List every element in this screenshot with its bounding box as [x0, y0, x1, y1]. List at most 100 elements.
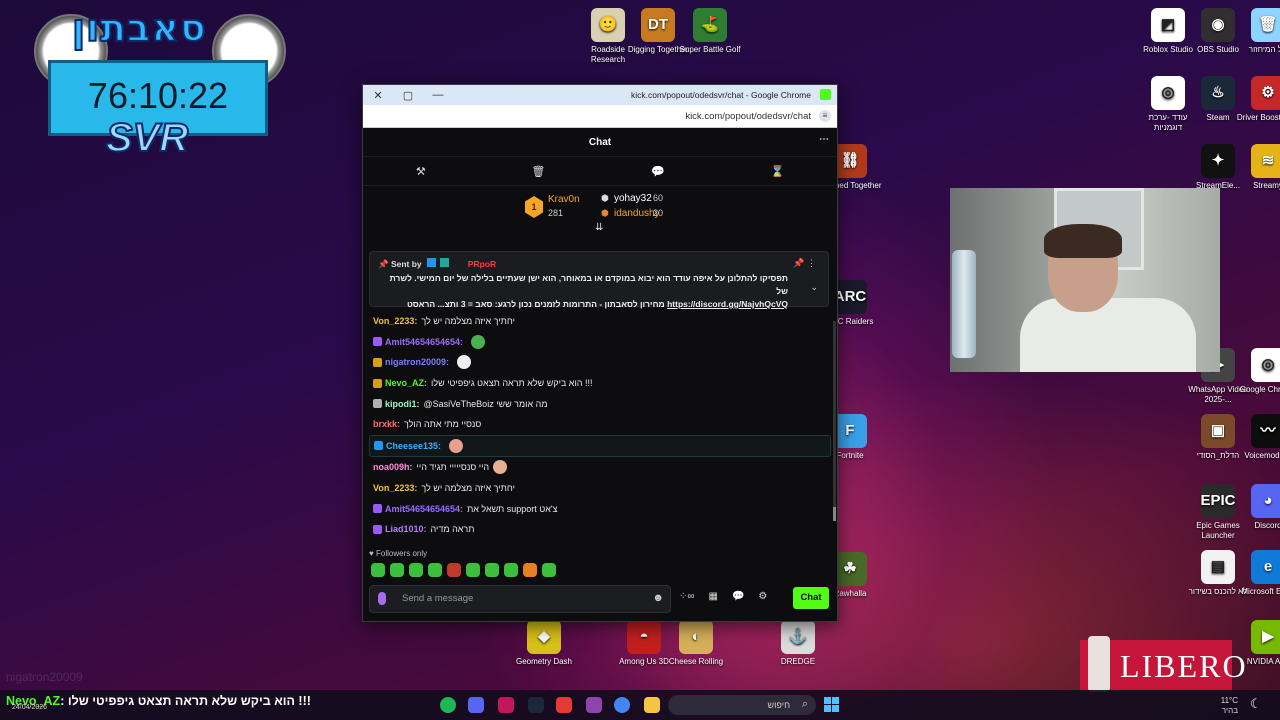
emote-button[interactable] — [542, 563, 556, 577]
window-titlebar[interactable]: ✕ ▢ — kick.com/popout/odedsvr/chat - Goo… — [363, 85, 837, 105]
app-icon[interactable]: ⛓ — [833, 144, 867, 178]
chat-username[interactable]: brxkk: — [373, 419, 400, 429]
leader-first-name[interactable]: Krav0n — [548, 194, 580, 205]
bottom-desktop-icon[interactable]: ◆ Geometry Dash — [512, 620, 576, 667]
app-icon[interactable]: ⚓ — [781, 620, 815, 654]
app-icon[interactable]: ≋ — [1251, 144, 1280, 178]
emote-button[interactable] — [523, 563, 537, 577]
app-icon[interactable]: ◩ — [1151, 8, 1185, 42]
emote-button[interactable] — [466, 563, 480, 577]
chat-username[interactable]: noa009h: — [373, 462, 413, 472]
taskbar-search[interactable]: חיפוש ⌕ — [668, 695, 816, 715]
emote-button[interactable] — [428, 563, 442, 577]
emote-button[interactable] — [485, 563, 499, 577]
collapse-chevron-icon[interactable]: ⇊ — [595, 222, 603, 233]
app-icon[interactable]: ▶ — [1251, 620, 1280, 654]
chrome-chat-window[interactable]: ✕ ▢ — kick.com/popout/odedsvr/chat - Goo… — [362, 84, 838, 622]
chat-scrollbar[interactable] — [833, 321, 836, 521]
mic-icon[interactable] — [378, 592, 386, 605]
chat-username[interactable]: nigatron20009: — [385, 357, 449, 367]
right-desktop-icon[interactable]: ⚙ Driver Booster 13 — [1236, 76, 1280, 123]
emote-bar[interactable] — [371, 563, 556, 577]
chat-message[interactable]: Amit54654654654: — [363, 332, 837, 353]
right-desktop-icon[interactable]: ◕ Discord — [1236, 484, 1280, 531]
top-desktop-icon[interactable]: ⛳ Super Battle Golf — [678, 8, 742, 55]
discord-taskbar-icon[interactable] — [468, 697, 484, 713]
chat-message[interactable]: noa009h: היי סנסייייי תגיד היי — [363, 457, 837, 478]
maximize-icon[interactable]: ▢ — [393, 89, 423, 102]
emote-button[interactable] — [371, 563, 385, 577]
app-icon[interactable]: e — [1251, 550, 1280, 584]
emote-button[interactable] — [447, 563, 461, 577]
gift-icon[interactable]: ▦ — [709, 591, 718, 602]
app-icon[interactable]: ◕ — [1251, 484, 1280, 518]
emoji-picker-icon[interactable]: ☻ — [652, 592, 664, 604]
app-icon[interactable]: ☘ — [833, 552, 867, 586]
input-placeholder[interactable]: Send a message — [402, 593, 473, 604]
chat-username[interactable]: Amit54654654654: — [385, 337, 463, 347]
app-icon[interactable]: DT — [641, 8, 675, 42]
app-icon[interactable]: ◆ — [527, 620, 561, 654]
chat-username[interactable]: Amit54654654654: — [385, 504, 463, 514]
steam-taskbar-icon[interactable] — [528, 697, 544, 713]
app-icon[interactable] — [586, 697, 602, 713]
right-desktop-icon[interactable]: ◎ Google Chrome — [1236, 348, 1280, 395]
chat-message-list[interactable]: Von_2233: יחתיך איזה מצלמה יש לך Amit54654… — [363, 311, 837, 540]
search-icon[interactable]: ⌕ — [802, 698, 808, 711]
url-text[interactable]: kick.com/popout/odedsvr/chat — [685, 111, 811, 122]
chat-message[interactable]: nigatron20009: — [363, 352, 837, 373]
pinned-message[interactable]: 📌 Sent by PRpoR 📌 ⋮ תפסיקו להתלונן על אי… — [369, 251, 829, 309]
chat-username[interactable]: Liad1010: — [385, 524, 427, 534]
app-icon[interactable]: EPIC — [1201, 484, 1236, 518]
unpin-icon[interactable]: 📌 ⋮ — [793, 258, 816, 269]
bottom-desktop-icon[interactable]: ◐ Cheese Rolling — [664, 620, 728, 667]
app-icon[interactable]: 〰 — [1251, 414, 1280, 448]
gear-icon[interactable]: ⚙ — [758, 591, 767, 602]
chat-username[interactable]: Nevo_AZ: — [385, 378, 427, 388]
app-icon[interactable]: ◎ — [1151, 76, 1185, 110]
chat-bubble-icon[interactable]: 💬 — [651, 165, 665, 178]
send-chat-button[interactable]: Chat — [793, 587, 829, 609]
close-icon[interactable]: ✕ — [363, 89, 393, 102]
address-bar[interactable]: kick.com/popout/odedsvr/chat ≡ — [363, 105, 837, 128]
chat-message[interactable]: Amit54654654654: תשאל את support צ'אט — [363, 498, 837, 519]
file-explorer-icon[interactable] — [644, 697, 660, 713]
chat-message[interactable]: brxkk: סנסיי מתי אתה הולך — [363, 414, 837, 435]
minimize-icon[interactable]: — — [423, 89, 453, 101]
hourglass-icon[interactable]: ⌛ — [770, 165, 784, 178]
app-icon[interactable]: ✦ — [1201, 144, 1235, 178]
app-icon[interactable]: ▤ — [1201, 550, 1235, 584]
right-desktop-icon[interactable]: e Microsoft Edge — [1236, 550, 1280, 597]
chat-message[interactable]: Von_2233: יחתיך איזה מצלמה יש לך — [363, 478, 837, 499]
discord-link[interactable]: https://discord.gg/NajvhQcVQ — [667, 299, 788, 309]
chrome-taskbar-icon[interactable] — [614, 697, 630, 713]
emote-button[interactable] — [504, 563, 518, 577]
trash-icon[interactable]: 🗑 — [531, 165, 545, 178]
emote-button[interactable] — [390, 563, 404, 577]
app-icon[interactable] — [556, 697, 572, 713]
app-icon[interactable]: ◐ — [679, 620, 713, 654]
pinned-sender[interactable]: PRpoR — [468, 259, 496, 269]
spotify-icon[interactable] — [440, 697, 456, 713]
app-icon[interactable]: ⚙ — [1251, 76, 1280, 110]
right-desktop-icon[interactable]: 〰 Voicemod V3 — [1236, 414, 1280, 461]
more-options-icon[interactable]: ⋯ — [819, 134, 829, 145]
chat-message[interactable]: Liad1010: תראה מדיה — [363, 519, 837, 540]
weather-widget[interactable]: 11°C בהיר — [1221, 696, 1238, 716]
chat-message[interactable]: Nevo_AZ: הוא ביקש שלא תראה תצאט גיפפיטי ש… — [363, 373, 837, 394]
leader-second-name[interactable]: yohay32 — [614, 193, 652, 204]
chat-username[interactable]: Von_2233: — [373, 483, 417, 493]
chat-bubble-icon[interactable]: 💬 — [732, 591, 744, 602]
expand-chevron-icon[interactable]: ⌄ — [810, 282, 818, 293]
app-icon[interactable]: ⛳ — [693, 8, 727, 42]
users-icon[interactable]: ⁘∞ — [679, 591, 695, 602]
app-icon[interactable]: 🙂 — [591, 8, 625, 42]
right-desktop-icon[interactable]: 🗑 סל המיחזור — [1236, 8, 1280, 55]
search-label[interactable]: חיפוש — [768, 700, 790, 710]
app-icon[interactable]: ◎ — [1251, 348, 1280, 382]
bottom-desktop-icon[interactable]: ⚓ DREDGE — [766, 620, 830, 667]
chat-username[interactable]: Cheesee135: — [386, 441, 441, 451]
app-icon[interactable]: ▣ — [1201, 414, 1235, 448]
app-icon[interactable]: ♨ — [1201, 76, 1235, 110]
app-icon[interactable]: F — [833, 414, 867, 448]
